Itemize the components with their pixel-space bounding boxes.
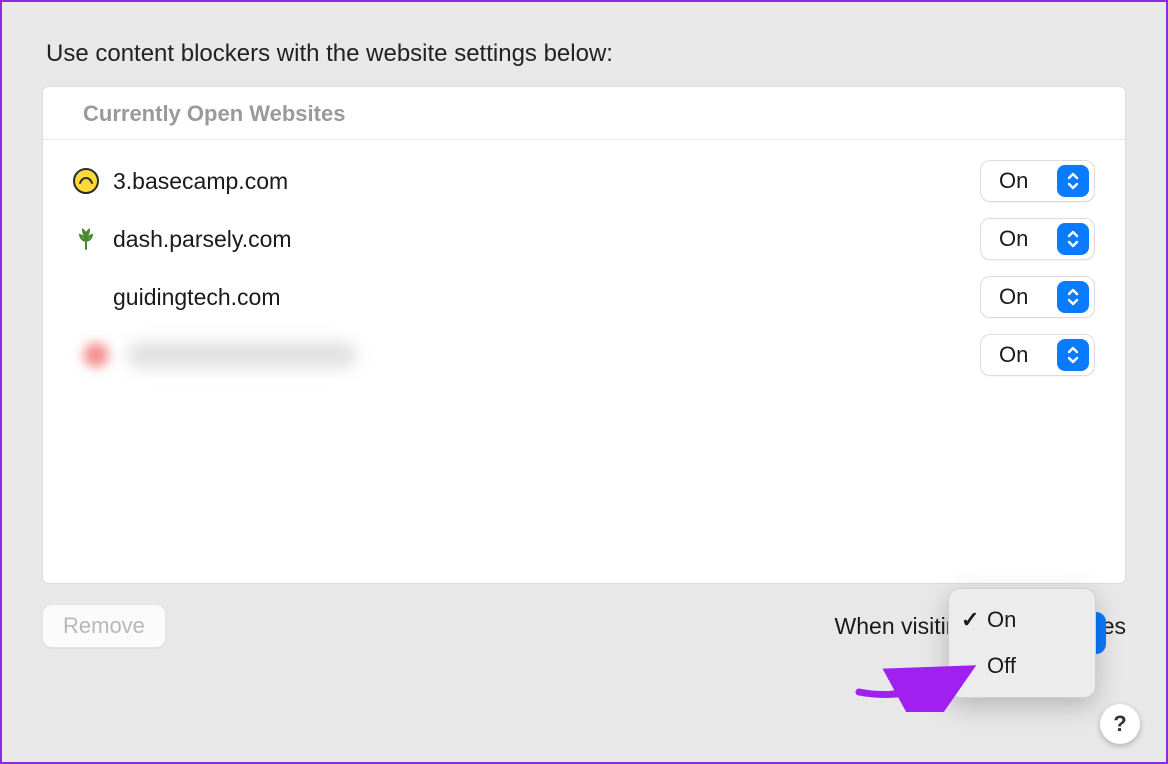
help-button[interactable]: ? [1100,704,1140,744]
select-value: On [999,226,1051,252]
menu-option-on[interactable]: ✓ On [949,597,1095,643]
updown-icon [1057,223,1089,255]
basecamp-icon [73,168,99,194]
redacted-domain [127,342,357,368]
website-list: 3.basecamp.com On dash.parsely.com [43,140,1125,384]
preferences-pane: Use content blockers with the website se… [0,0,1168,764]
select-value: On [999,284,1051,310]
checkmark-icon: ✓ [961,607,979,633]
website-row[interactable]: 3.basecamp.com On [71,152,1097,210]
section-heading: Use content blockers with the website se… [46,40,1122,68]
website-domain: dash.parsely.com [113,226,292,253]
select-value: On [999,342,1051,368]
menu-option-label: On [987,607,1016,633]
panel-header: Currently Open Websites [43,87,1125,140]
menu-option-label: Off [987,653,1016,679]
websites-panel: Currently Open Websites 3.basecamp.com O… [42,86,1126,584]
site-setting-select[interactable]: On [980,160,1095,202]
website-row[interactable]: dash.parsely.com On [71,210,1097,268]
website-domain: 3.basecamp.com [113,168,288,195]
updown-icon [1057,339,1089,371]
dropdown-menu: ✓ On Off [948,588,1096,698]
redacted-favicon [79,338,113,372]
website-row[interactable]: guidingtech.com On [71,268,1097,326]
website-row[interactable]: On [71,326,1097,384]
website-domain: guidingtech.com [113,284,281,311]
help-icon: ? [1113,711,1126,737]
site-setting-select[interactable]: On [980,218,1095,260]
updown-icon [1057,281,1089,313]
menu-option-off[interactable]: Off [949,643,1095,689]
parsely-icon [73,226,99,252]
remove-button[interactable]: Remove [42,604,166,648]
site-setting-select[interactable]: On [980,276,1095,318]
select-value: On [999,168,1051,194]
updown-icon [1057,165,1089,197]
site-setting-select[interactable]: On [980,334,1095,376]
